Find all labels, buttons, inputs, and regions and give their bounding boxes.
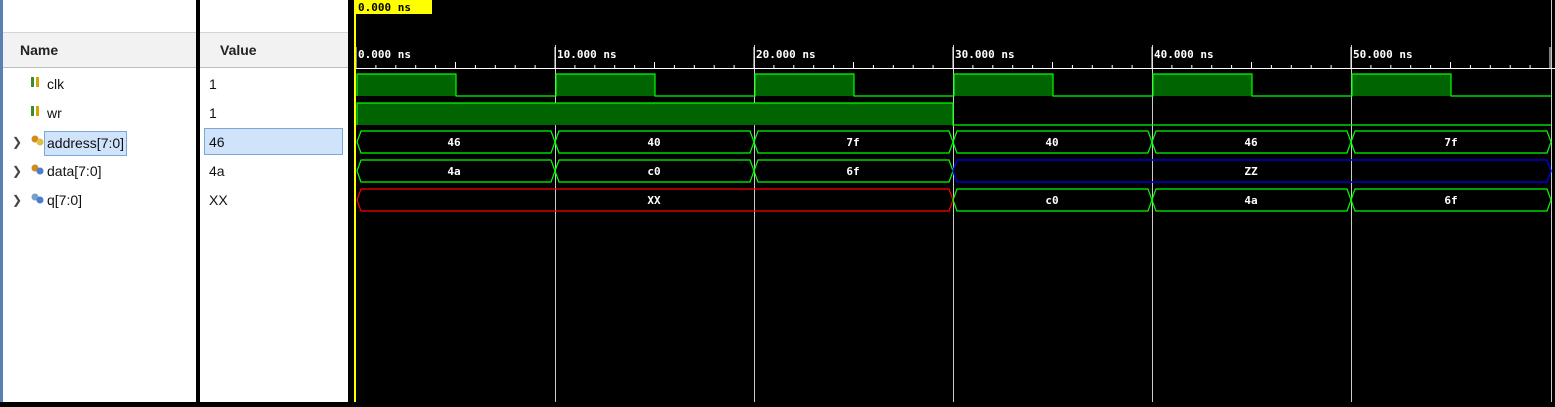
names-panel: Name clk wr ❯ address[7:0] ❯ data[7:0] ❯… [0,0,196,402]
wr-waveform [356,102,1551,126]
signal-name: data[7:0] [47,163,102,179]
name-column-label: Name [20,42,59,58]
value-column-label: Value [220,42,257,58]
signal-name: address[7:0] [44,131,128,156]
q-segment-value: 4a [1244,194,1257,207]
ruler-tick-label: 50.000 ns [1353,48,1413,61]
q-segment-value: 6f [1444,194,1457,207]
value-cell: 1 [200,70,348,99]
bit-signal-icon [30,99,42,128]
expand-chevron-icon[interactable]: ❯ [12,157,22,186]
value-text: 46 [209,134,225,150]
ruler-tick-label: 20.000 ns [756,48,816,61]
address-segment-value: 46 [447,136,461,149]
ruler-tick-label: 0.000 ns [358,48,411,61]
data-segment-value: ZZ [1244,165,1258,178]
bus-signal-icon [30,186,44,215]
data-bus-waveform [356,159,1552,183]
signal-name: wr [47,105,62,121]
value-cell: XX [200,186,348,215]
expand-chevron-icon[interactable]: ❯ [12,128,22,157]
q-segment-value: XX [647,194,661,207]
name-column-header[interactable]: Name [0,32,196,68]
panel-left-edge [0,0,3,402]
value-cell-selected: 46 [200,128,348,157]
bus-signal-icon [30,157,44,186]
signal-row-q[interactable]: ❯ q[7:0] [0,186,196,215]
signal-name: clk [47,76,65,92]
value-column-header[interactable]: Value [200,32,348,68]
waveform-viewer[interactable]: 0.000 ns 0.000 ns 10.000 ns 20.000 ns 30… [351,0,1555,402]
data-segment-value: 6f [846,165,859,178]
bus-signal-icon [30,128,44,157]
address-segment-value: 7f [846,136,859,149]
data-segment-value: 4a [447,165,460,178]
values-panel: Value 1 1 46 4a XX [200,0,348,402]
signal-row-address[interactable]: ❯ address[7:0] [0,128,196,157]
signal-row-clk[interactable]: clk [0,70,196,99]
waveform-canvas[interactable]: 0.000 ns 0.000 ns 10.000 ns 20.000 ns 30… [351,0,1555,402]
q-segment-value: c0 [1045,194,1058,207]
value-text: 1 [209,105,217,121]
expand-chevron-icon[interactable]: ❯ [12,186,22,215]
cursor-label: 0.000 ns [358,1,411,14]
signal-row-data[interactable]: ❯ data[7:0] [0,157,196,186]
signal-name: q[7:0] [47,192,83,208]
value-text: 4a [209,163,225,179]
value-cell: 4a [200,157,348,186]
value-text: 1 [209,76,217,92]
value-text: XX [209,192,228,208]
clk-waveform [356,73,1551,97]
data-segment-value: c0 [647,165,660,178]
address-segment-value: 46 [1244,136,1258,149]
q-bus-waveform [356,188,1552,212]
signal-row-wr[interactable]: wr [0,99,196,128]
ruler-tick-label: 30.000 ns [955,48,1015,61]
ruler-tick-label: 40.000 ns [1154,48,1214,61]
address-segment-value: 40 [1045,136,1058,149]
ruler-tick-label: 10.000 ns [557,48,617,61]
value-cell: 1 [200,99,348,128]
address-bus-waveform [356,130,1552,154]
bit-signal-icon [30,70,42,99]
address-segment-value: 40 [647,136,660,149]
address-segment-value: 7f [1444,136,1457,149]
